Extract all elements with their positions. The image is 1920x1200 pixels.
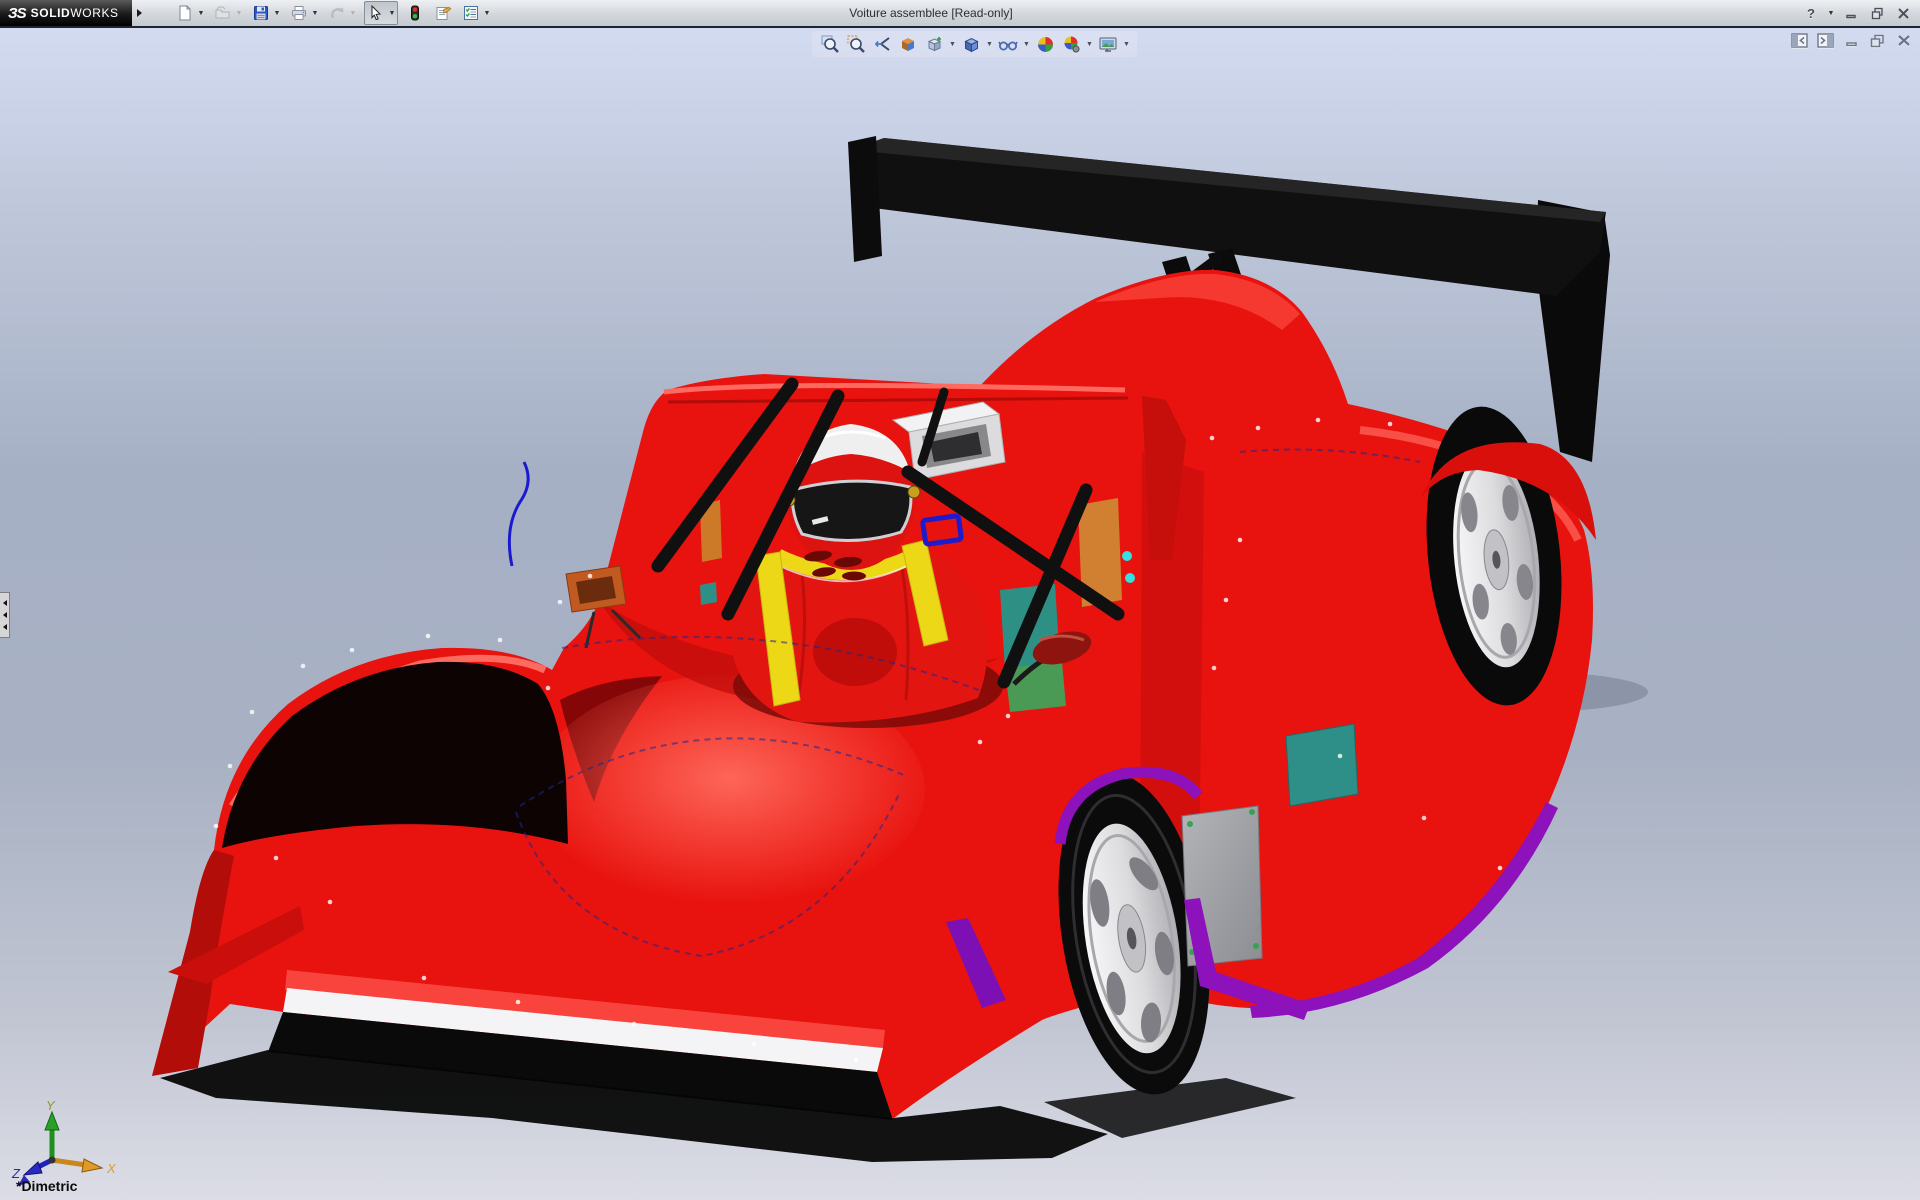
solidworks-logo: ЗS SOLIDWORKS [0, 0, 132, 26]
apply-scene-dropdown[interactable]: ▼ [1085, 41, 1094, 48]
file-properties-button[interactable] [432, 2, 454, 24]
undo-button[interactable] [326, 2, 348, 24]
heads-up-view-toolbar: ▼ ▼ ▼ ▼ ▼ [812, 31, 1137, 57]
zoom-to-area-button[interactable] [844, 32, 868, 56]
hide-show-items-button[interactable] [996, 32, 1020, 56]
help-dropdown[interactable]: ▼ [1826, 10, 1836, 17]
save-dropdown[interactable]: ▼ [272, 10, 282, 17]
window-title: Voiture assemblee [Read-only] [849, 0, 1012, 26]
close-button[interactable] [1892, 3, 1914, 23]
zoom-to-fit-button[interactable] [818, 32, 842, 56]
edit-appearance-icon [1036, 35, 1055, 54]
rebuild-button[interactable] [404, 2, 426, 24]
restore-icon [1871, 7, 1884, 20]
hide-show-items-icon [998, 35, 1018, 54]
feature-tree-collapse-tab[interactable] [0, 592, 10, 638]
open-document-button[interactable] [212, 2, 234, 24]
print-icon [291, 5, 307, 21]
view-settings-button[interactable] [1096, 32, 1120, 56]
antenna-wire [509, 462, 528, 566]
model-viewport-canvas[interactable] [0, 28, 1920, 1200]
helmet-visor [792, 481, 911, 540]
view-orientation-button[interactable] [922, 32, 946, 56]
new-document-icon [177, 5, 193, 21]
hide-show-items-dropdown[interactable]: ▼ [1022, 41, 1031, 48]
display-style-dropdown[interactable]: ▼ [985, 41, 994, 48]
restore-document-icon [1870, 34, 1885, 48]
options-dropdown[interactable]: ▼ [482, 10, 492, 17]
display-style-button[interactable] [959, 32, 983, 56]
restore-document-button[interactable] [1869, 33, 1886, 48]
cyan-indicator-1 [1122, 551, 1132, 561]
menu-expand-button[interactable] [133, 2, 146, 24]
left-triangle-icon [3, 612, 7, 618]
document-window-controls [1791, 33, 1912, 48]
minimize-document-icon [1845, 34, 1859, 47]
save-icon [253, 5, 269, 21]
apply-scene-icon [1062, 35, 1081, 54]
teal-side-panel[interactable] [1286, 724, 1358, 806]
reference-triad: Y X Z [8, 1098, 128, 1190]
open-document-dropdown[interactable]: ▼ [234, 10, 244, 17]
teal-panel-small [700, 582, 717, 605]
minimize-button[interactable] [1840, 3, 1862, 23]
section-view-icon [899, 35, 918, 54]
print-button[interactable] [288, 2, 310, 24]
show-feature-pane-button[interactable] [1791, 33, 1808, 48]
view-orientation-dropdown[interactable]: ▼ [948, 41, 957, 48]
new-document-dropdown[interactable]: ▼ [196, 10, 206, 17]
print-dropdown[interactable]: ▼ [310, 10, 320, 17]
previous-view-icon [873, 35, 892, 54]
display-style-icon [962, 35, 981, 54]
select-tool-button[interactable] [365, 2, 387, 24]
triad-y-label: Y [46, 1098, 56, 1113]
minimize-document-button[interactable] [1843, 33, 1860, 48]
cyan-indicator-2 [1125, 573, 1135, 583]
close-document-icon [1897, 34, 1911, 47]
left-triangle-icon [3, 624, 7, 630]
view-settings-dropdown[interactable]: ▼ [1122, 41, 1131, 48]
brand-name: SOLIDWORKS [31, 6, 119, 20]
select-cursor-icon [368, 5, 384, 21]
view-orientation-label: *Dimetric [16, 1178, 77, 1194]
panel-left-icon [1791, 33, 1808, 48]
file-properties-icon [435, 5, 452, 21]
graphics-viewport[interactable]: ▼ ▼ ▼ ▼ ▼ [0, 28, 1920, 1200]
show-display-pane-button[interactable] [1817, 33, 1834, 48]
undo-dropdown[interactable]: ▼ [348, 10, 358, 17]
panel-right-icon [1817, 33, 1834, 48]
help-button[interactable]: ? [1800, 3, 1822, 23]
new-document-button[interactable] [174, 2, 196, 24]
brand-glyph-icon: ЗS [8, 5, 26, 22]
options-button[interactable] [460, 2, 482, 24]
view-orientation-icon [925, 35, 944, 54]
save-button[interactable] [250, 2, 272, 24]
minimize-icon [1845, 7, 1857, 19]
window-controls: ? ▼ [1800, 0, 1914, 26]
undo-icon [329, 5, 346, 21]
apply-scene-button[interactable] [1059, 32, 1083, 56]
previous-view-button[interactable] [870, 32, 894, 56]
standard-toolbar: ▼ ▼ ▼ ▼ ▼ ▼ [174, 0, 498, 26]
zoom-to-area-icon [847, 35, 866, 54]
triad-x-label: X [106, 1161, 117, 1176]
view-settings-icon [1098, 35, 1118, 54]
restore-button[interactable] [1866, 3, 1888, 23]
front-left-wheel-arch [222, 662, 568, 848]
window-titlebar: ЗS SOLIDWORKS ▼ ▼ ▼ ▼ ▼ [0, 0, 1920, 28]
open-folder-icon [215, 5, 231, 21]
traffic-light-icon [407, 5, 423, 21]
right-triangle-icon [137, 9, 142, 17]
left-triangle-icon [3, 600, 7, 606]
options-checklist-icon [463, 5, 479, 21]
select-tool-dropdown[interactable]: ▼ [387, 10, 397, 17]
close-document-button[interactable] [1895, 33, 1912, 48]
section-view-button[interactable] [896, 32, 920, 56]
race-car-assembly[interactable] [152, 136, 1648, 1162]
close-icon [1897, 7, 1910, 20]
zoom-to-fit-icon [821, 35, 840, 54]
edit-appearance-button[interactable] [1033, 32, 1057, 56]
